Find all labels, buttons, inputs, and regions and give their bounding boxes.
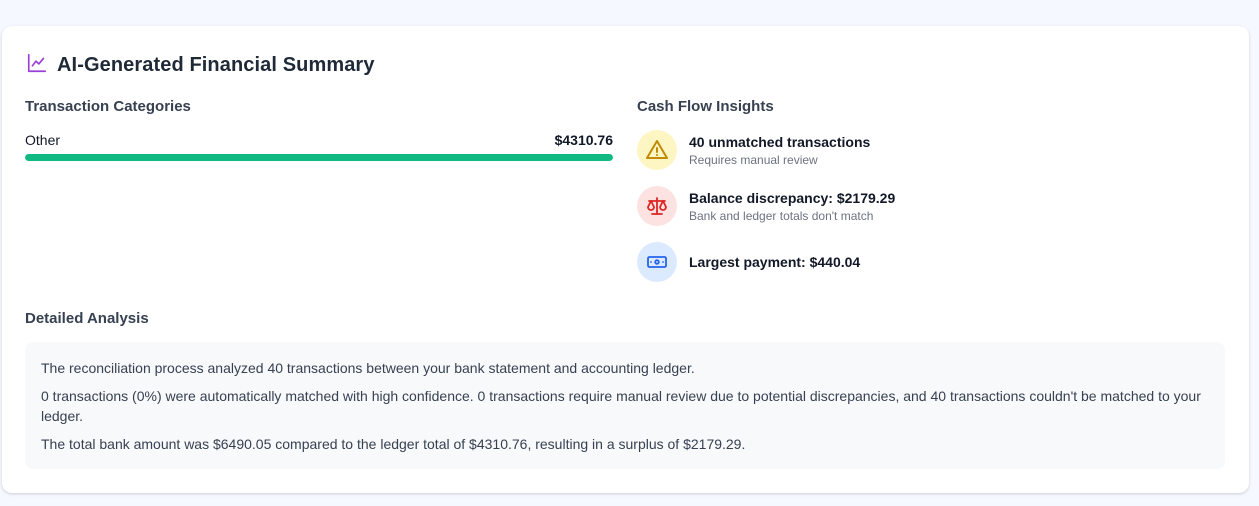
analysis-paragraph: The reconciliation process analyzed 40 t… bbox=[41, 360, 695, 376]
analysis-box: The reconciliation process analyzed 40 t… bbox=[25, 342, 1225, 469]
insight-main: Balance discrepancy: $2179.29 bbox=[689, 189, 896, 206]
chart-line-icon bbox=[26, 52, 48, 79]
insight-largest-payment: Largest payment: $440.04 bbox=[637, 242, 860, 282]
category-label: Other bbox=[25, 132, 61, 148]
insight-main: Largest payment: $440.04 bbox=[689, 254, 861, 270]
insight-main: 40 unmatched transactions bbox=[689, 133, 871, 150]
analysis-paragraph: 0 transactions (0%) were automatically m… bbox=[41, 388, 1201, 424]
insight-sub: Bank and ledger totals don't match bbox=[689, 208, 874, 223]
category-bar-fill bbox=[25, 154, 613, 161]
category-amount: $4310.76 bbox=[554, 132, 613, 148]
category-row: Other $4310.76 bbox=[25, 132, 613, 148]
warning-icon bbox=[637, 130, 677, 170]
page-title: AI-Generated Financial Summary bbox=[57, 54, 375, 76]
analysis-heading: Detailed Analysis bbox=[25, 310, 149, 327]
category-bar-track bbox=[25, 154, 613, 161]
insight-discrepancy: Balance discrepancy: $2179.29 Bank and l… bbox=[637, 186, 895, 226]
top-strip bbox=[0, 0, 1259, 26]
insight-unmatched: 40 unmatched transactions Requires manua… bbox=[637, 130, 870, 170]
analysis-paragraph: The total bank amount was $6490.05 compa… bbox=[41, 436, 746, 452]
cash-icon bbox=[637, 242, 677, 282]
insight-sub: Requires manual review bbox=[689, 152, 818, 167]
scale-icon bbox=[637, 186, 677, 226]
financial-summary-card: AI-Generated Financial Summary Transacti… bbox=[2, 26, 1249, 493]
categories-heading: Transaction Categories bbox=[25, 98, 191, 115]
card-header: AI-Generated Financial Summary bbox=[26, 52, 375, 79]
insights-heading: Cash Flow Insights bbox=[637, 98, 774, 115]
